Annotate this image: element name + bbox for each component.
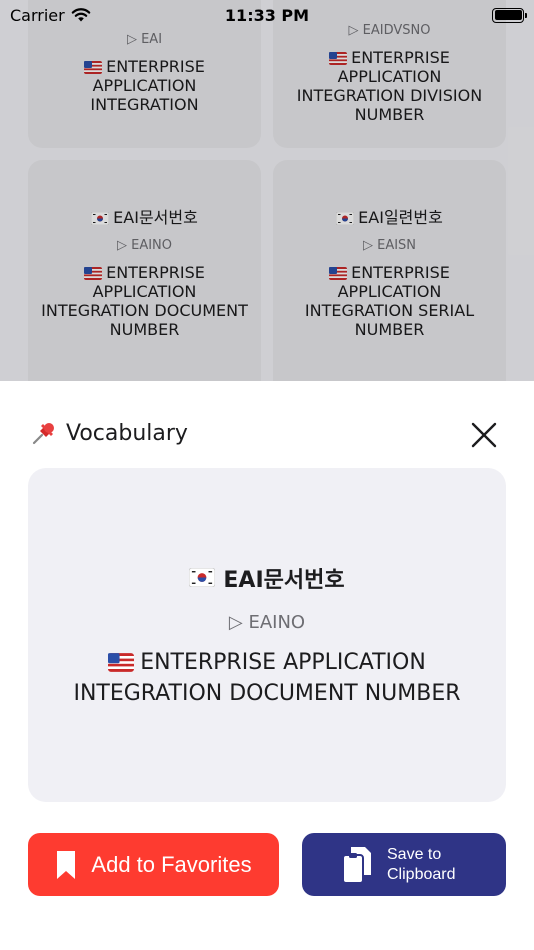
vocab-grid: ▷ EAI ENTERPRISE APPLICATION INTEGRATION…: [0, 0, 534, 382]
sheet-header: Vocabulary: [30, 419, 188, 447]
vocab-korean: EAI문서번호: [189, 562, 345, 594]
vocab-english: ENTERPRISE APPLICATION INTEGRATION DOCUM…: [48, 647, 486, 709]
save-to-clipboard-button[interactable]: Save to Clipboard: [302, 833, 506, 896]
vocabulary-sheet: Vocabulary EAI문서번호 ▷ EAINO ENTERPRISE AP…: [0, 381, 534, 950]
carrier-label: Carrier: [10, 5, 65, 25]
korea-flag-icon: [189, 568, 216, 587]
favorites-label: Add to Favorites: [91, 851, 252, 877]
battery-icon: [492, 7, 527, 23]
clipboard-label-line1: Save to: [387, 845, 442, 863]
close-icon[interactable]: [470, 421, 498, 449]
status-bar: Carrier 11:33 PM: [0, 0, 534, 30]
dim-overlay[interactable]: [0, 0, 534, 382]
bookmark-icon: [57, 850, 76, 879]
add-to-favorites-button[interactable]: Add to Favorites: [28, 833, 279, 896]
vocab-korean-text: EAI문서번호: [223, 567, 345, 593]
pushpin-icon: [32, 423, 54, 445]
us-flag-icon: [108, 653, 135, 672]
status-left: Carrier: [10, 6, 91, 25]
clipboard-label: Save to Clipboard: [387, 845, 467, 885]
clipboard-label-line2: Clipboard: [387, 865, 456, 883]
vocab-code: ▷ EAINO: [228, 611, 306, 633]
wifi-icon: [71, 8, 91, 22]
vocab-detail-card: EAI문서번호 ▷ EAINO ENTERPRISE APPLICATION I…: [28, 468, 506, 802]
sheet-title: Vocabulary: [66, 420, 188, 446]
battery-fill: [494, 10, 522, 20]
clipboard-icon: [342, 846, 371, 884]
